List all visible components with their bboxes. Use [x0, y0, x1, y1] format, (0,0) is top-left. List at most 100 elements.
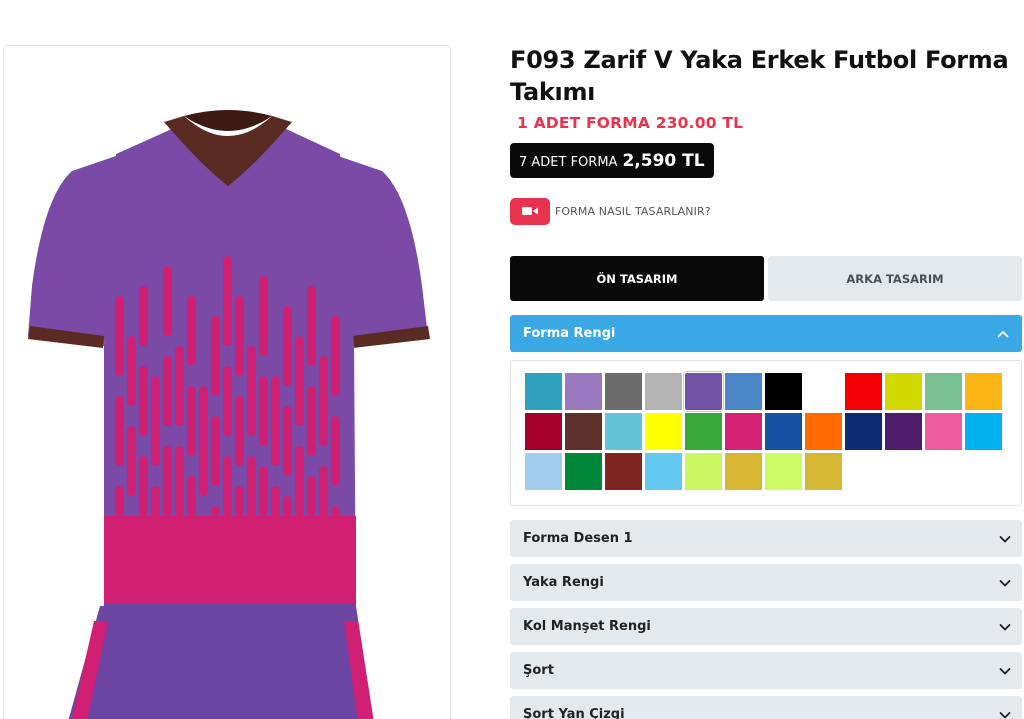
jersey-illustration — [28, 110, 430, 719]
color-swatch[interactable] — [565, 373, 602, 410]
pattern-stripe — [235, 396, 244, 466]
product-title: F093 Zarif V Yaka Erkek Futbol Forma Tak… — [510, 46, 1009, 106]
pattern-stripe — [223, 256, 232, 346]
pattern-stripe — [175, 346, 184, 426]
pattern-stripe — [247, 456, 256, 526]
pattern-stripe — [163, 356, 172, 426]
color-swatch[interactable] — [965, 373, 1002, 410]
color-swatch[interactable] — [685, 413, 722, 450]
pattern-stripe — [127, 426, 136, 496]
color-swatch[interactable] — [925, 373, 962, 410]
pattern-stripe — [283, 306, 292, 386]
pattern-stripe — [163, 266, 172, 336]
accordion-label: Kol Manşet Rengi — [523, 619, 651, 634]
color-swatch[interactable] — [765, 413, 802, 450]
pattern-stripe — [259, 466, 268, 516]
pattern-stripe — [307, 386, 316, 456]
accordion-item[interactable]: Şort — [510, 652, 1022, 689]
color-swatch[interactable] — [765, 373, 802, 410]
color-swatch[interactable] — [885, 373, 922, 410]
chevron-down-icon — [999, 667, 1011, 674]
product-details: F093 Zarif V Yaka Erkek Futbol Forma Tak… — [510, 44, 1022, 719]
color-swatch[interactable] — [645, 453, 682, 490]
pattern-stripe — [139, 456, 148, 516]
color-swatch[interactable] — [605, 453, 642, 490]
pattern-stripe — [235, 486, 244, 516]
jersey-color-title: Forma Rengi — [523, 326, 616, 341]
video-button[interactable] — [510, 197, 550, 225]
pattern-stripe — [271, 486, 280, 556]
chevron-down-icon — [999, 535, 1011, 542]
jersey-color-section: Forma Rengi — [510, 315, 1022, 506]
accordion-item[interactable]: Kol Manşet Rengi — [510, 608, 1022, 645]
accordion-item[interactable]: Yaka Rengi — [510, 564, 1022, 601]
pattern-stripe — [331, 316, 340, 396]
color-swatch[interactable] — [525, 453, 562, 490]
bulk-price-label: 7 ADET FORMA — [519, 155, 618, 170]
pattern-stripe — [115, 296, 124, 376]
jersey-hem — [104, 604, 356, 616]
color-swatch[interactable] — [805, 453, 842, 490]
pattern-stripe — [115, 396, 124, 466]
chevron-down-icon — [999, 579, 1011, 586]
bulk-price-value: 2,590 TL — [622, 151, 705, 171]
color-swatch-grid — [525, 371, 1007, 490]
video-link-text[interactable]: FORMA NASIL TASARLANIR? — [555, 205, 711, 218]
color-swatch[interactable] — [605, 373, 642, 410]
color-swatch[interactable] — [725, 413, 762, 450]
pattern-stripe — [199, 386, 208, 496]
product-image — [3, 45, 451, 719]
pattern-stripe — [247, 346, 256, 436]
color-swatch[interactable] — [965, 413, 1002, 450]
color-swatch[interactable] — [925, 413, 962, 450]
color-swatch[interactable] — [565, 453, 602, 490]
color-swatch[interactable] — [605, 413, 642, 450]
color-swatch[interactable] — [765, 453, 802, 490]
sleeve-left — [28, 156, 116, 346]
color-swatch[interactable] — [525, 373, 562, 410]
color-swatch[interactable] — [645, 413, 682, 450]
color-swatch-panel — [510, 360, 1022, 506]
color-swatch[interactable] — [845, 373, 882, 410]
pattern-stripe — [139, 366, 148, 436]
chevron-up-icon — [997, 330, 1009, 337]
color-swatch[interactable] — [525, 413, 562, 450]
video-camera-icon — [522, 207, 538, 215]
design-tabs: ÖN TASARIM ARKA TASARIM — [510, 256, 1022, 301]
color-swatch[interactable] — [645, 373, 682, 410]
tab-back-design[interactable]: ARKA TASARIM — [768, 256, 1022, 301]
pattern-stripe — [151, 376, 160, 466]
color-swatch[interactable] — [565, 413, 602, 450]
pattern-stripe — [211, 316, 220, 396]
pattern-stripe — [259, 276, 268, 356]
accordion-item[interactable]: Şort Yan Çizgi — [510, 696, 1022, 719]
pattern-stripe — [187, 476, 196, 516]
accordion-item[interactable]: Forma Desen 1 — [510, 520, 1022, 557]
color-swatch[interactable] — [885, 413, 922, 450]
pattern-stripe — [127, 336, 136, 406]
pattern-stripe — [163, 446, 172, 516]
color-swatch[interactable] — [683, 371, 724, 412]
tab-front-design[interactable]: ÖN TASARIM — [510, 256, 764, 301]
pattern-stripe — [319, 466, 328, 536]
shorts — [68, 606, 374, 719]
jersey-color-header[interactable]: Forma Rengi — [510, 315, 1022, 352]
color-swatch[interactable] — [805, 413, 842, 450]
single-price: 1 ADET FORMA 230.00 TL — [517, 114, 744, 132]
jersey-pattern-base — [104, 516, 356, 616]
chevron-down-icon — [999, 711, 1011, 718]
accordion-label: Yaka Rengi — [523, 575, 604, 590]
pattern-stripe — [175, 446, 184, 516]
pattern-stripe — [283, 496, 292, 516]
color-swatch[interactable] — [725, 373, 762, 410]
pattern-stripe — [331, 506, 340, 516]
color-swatch[interactable] — [805, 373, 842, 410]
bulk-price-badge: 7 ADET FORMA 2,590 TL — [510, 143, 714, 178]
pattern-stripe — [307, 286, 316, 366]
color-swatch[interactable] — [845, 413, 882, 450]
color-swatch[interactable] — [725, 453, 762, 490]
pattern-stripe — [151, 486, 160, 556]
pattern-stripe — [331, 416, 340, 486]
color-swatch[interactable] — [685, 453, 722, 490]
pattern-stripe — [283, 406, 292, 476]
